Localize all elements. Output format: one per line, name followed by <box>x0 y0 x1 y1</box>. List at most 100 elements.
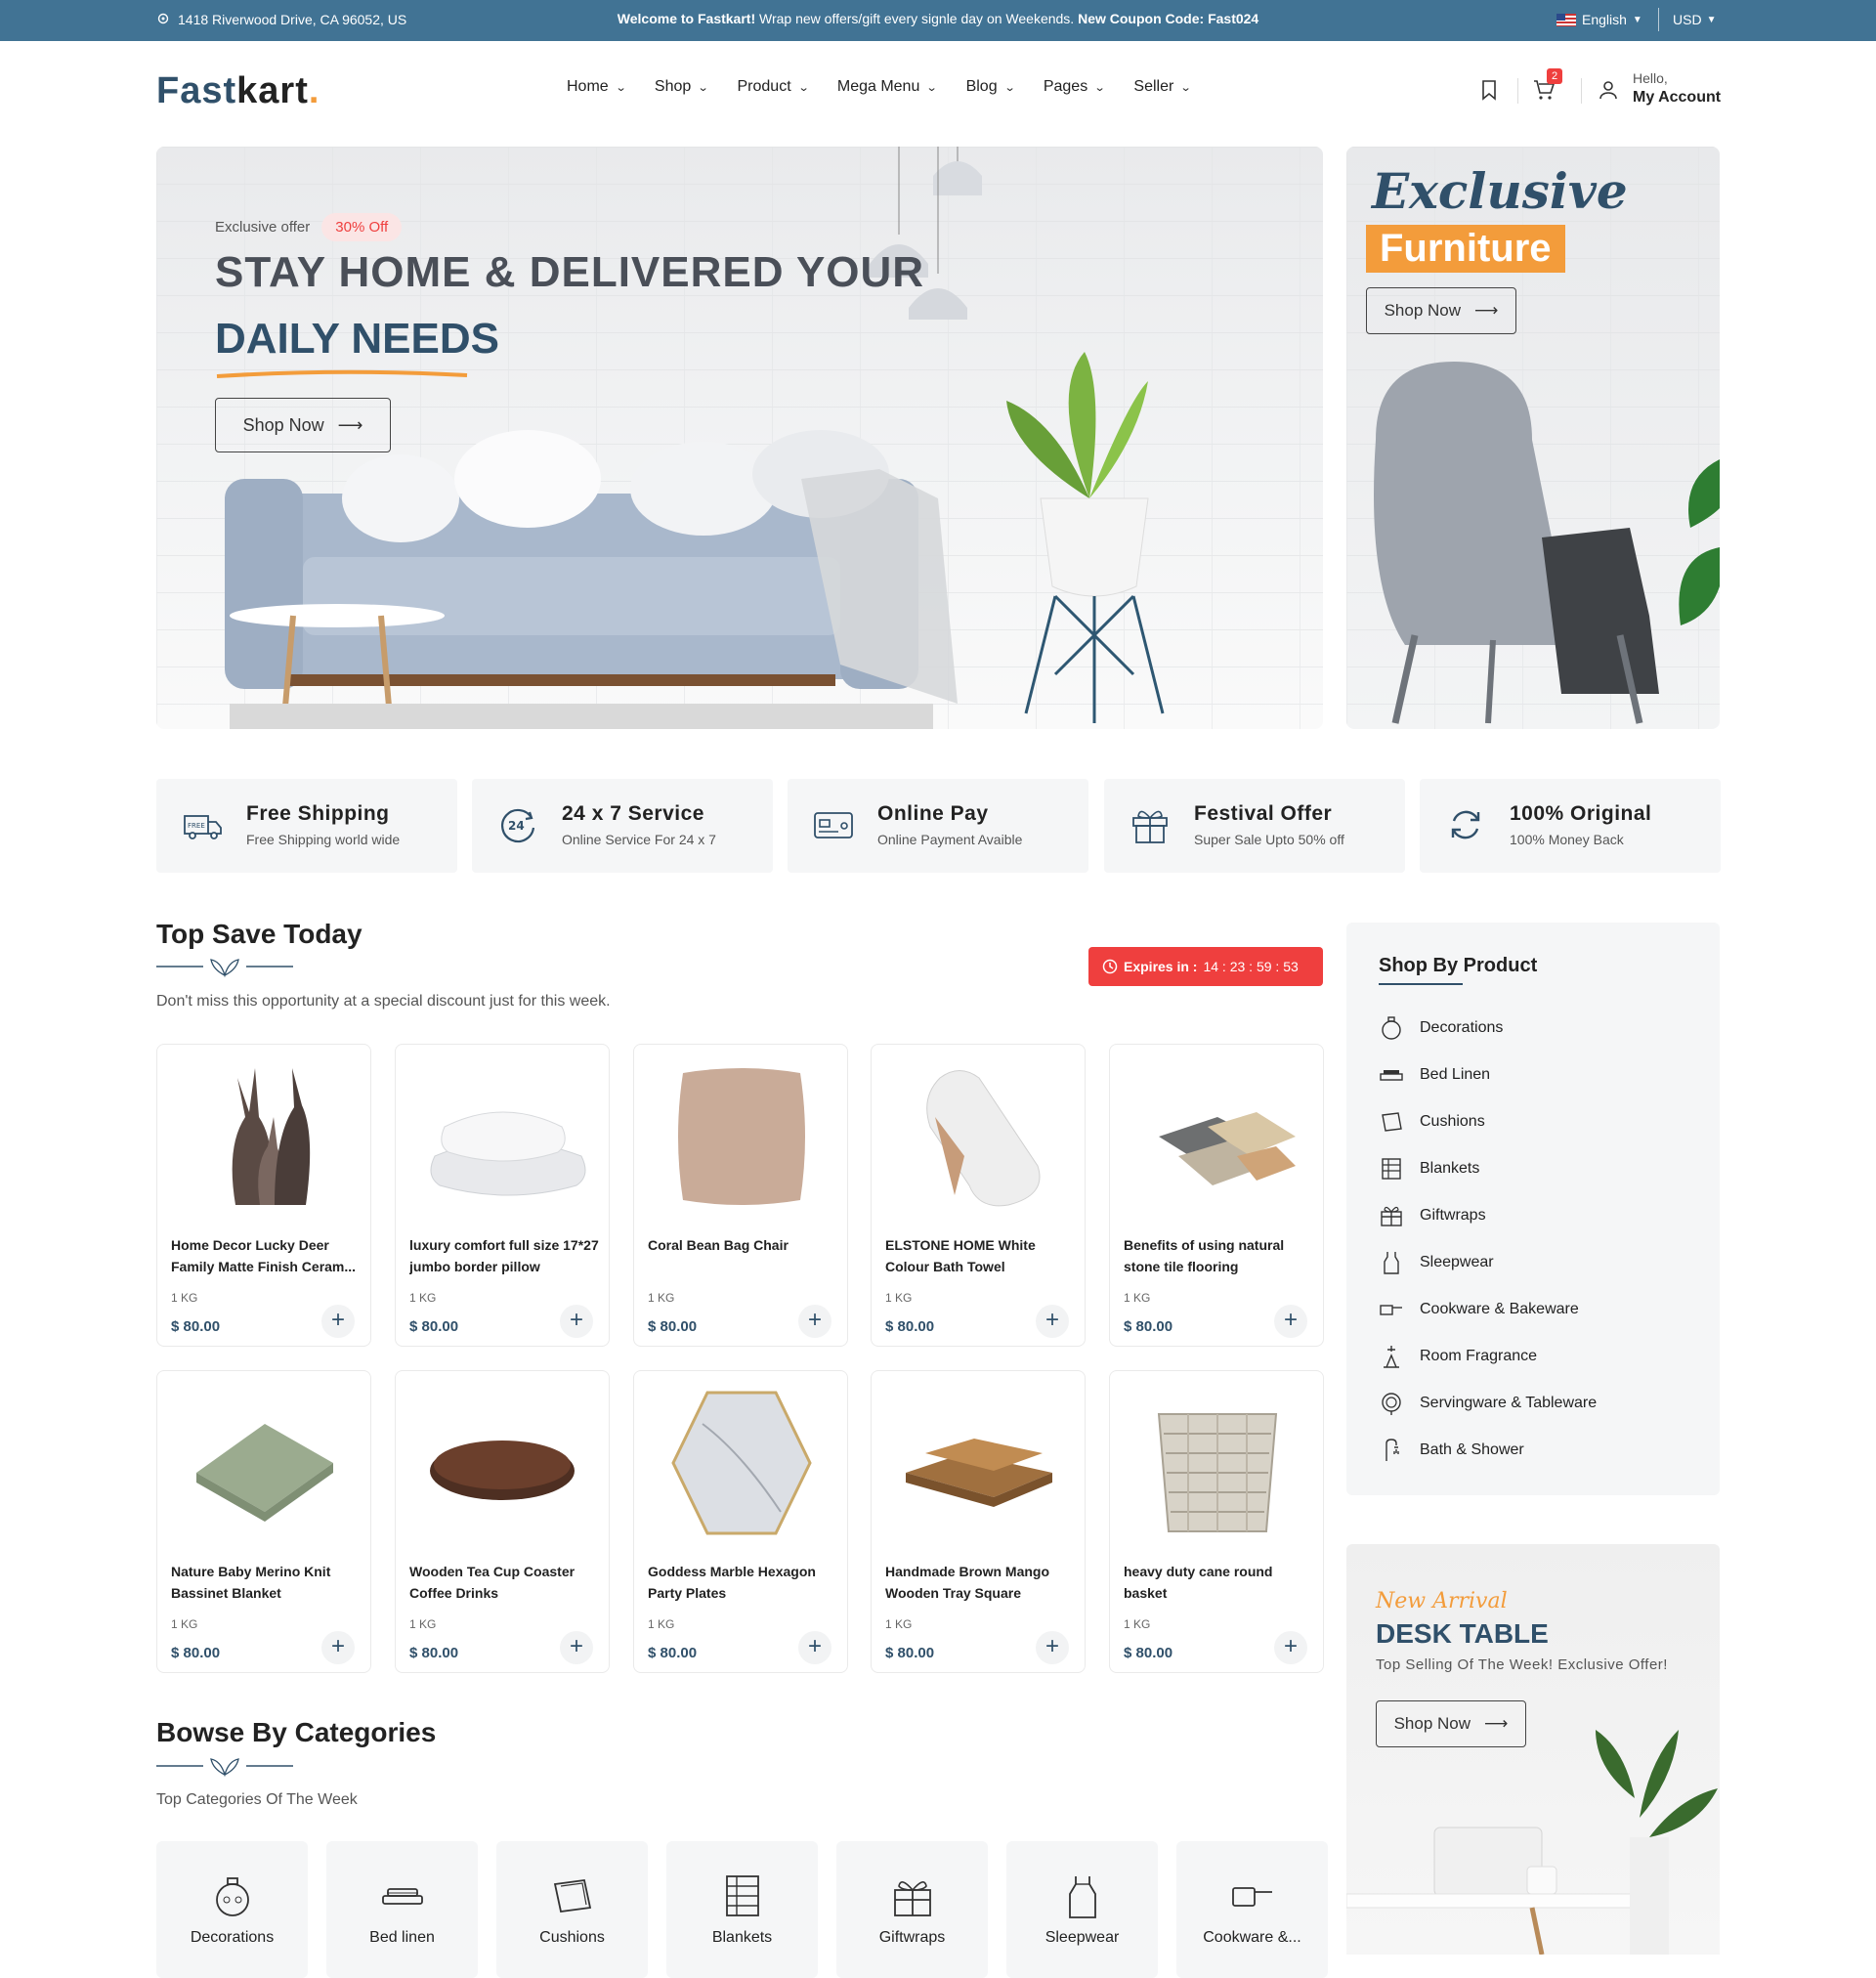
nav-label: Blog <box>965 78 998 95</box>
feature-title: Festival Offer <box>1194 802 1333 825</box>
product-card[interactable]: Coral Bean Bag Chair 1 KG $ 80.00 + <box>633 1044 848 1347</box>
add-to-cart-button[interactable]: + <box>798 1305 831 1338</box>
product-name[interactable]: luxury comfort full size 17*27 jumbo bor… <box>409 1234 601 1277</box>
add-to-cart-button[interactable]: + <box>1036 1631 1069 1664</box>
product-name[interactable]: Nature Baby Merino Knit Bassinet Blanket <box>171 1561 362 1604</box>
hero-shop-now-button[interactable]: Shop Now ⟶ <box>215 398 391 452</box>
nav-seller[interactable]: Seller ⌄ <box>1133 78 1192 96</box>
product-name[interactable]: Home Decor Lucky Deer Family Matte Finis… <box>171 1234 362 1277</box>
shop-item-servingware[interactable]: Servingware & Tableware <box>1379 1390 1597 1417</box>
shop-item-blankets[interactable]: Blankets <box>1379 1155 1479 1182</box>
product-price: $ 80.00 <box>885 1318 935 1335</box>
header-divider <box>1581 78 1582 104</box>
desk-shop-now-button[interactable]: Shop Now ⟶ <box>1376 1700 1526 1747</box>
shop-item-sleepwear[interactable]: Sleepwear <box>1379 1249 1494 1276</box>
exclusive-offer-label: Exclusive offer <box>215 219 311 236</box>
nav-blog[interactable]: Blog ⌄ <box>965 78 1016 96</box>
product-card[interactable]: Wooden Tea Cup Coaster Coffee Drinks 1 K… <box>395 1370 610 1673</box>
product-price: $ 80.00 <box>171 1318 221 1335</box>
add-to-cart-button[interactable]: + <box>1036 1305 1069 1338</box>
bath-shower-icon <box>1386 1439 1399 1461</box>
shop-item-label: Room Fragrance <box>1420 1348 1538 1364</box>
nav-pages[interactable]: Pages ⌄ <box>1043 78 1106 96</box>
product-card[interactable]: Handmade Brown Mango Wooden Tray Square … <box>871 1370 1086 1673</box>
stone-tiles-image <box>1159 1112 1296 1185</box>
product-card[interactable]: Home Decor Lucky Deer Family Matte Finis… <box>156 1044 371 1347</box>
product-card[interactable]: heavy duty cane round basket 1 KG $ 80.0… <box>1109 1370 1324 1673</box>
category-sleepwear[interactable]: Sleepwear <box>1006 1841 1158 1978</box>
nav-label: Shop <box>654 78 692 95</box>
chevron-down-icon: ⌄ <box>1093 81 1106 94</box>
clock-icon <box>1102 959 1118 974</box>
add-to-cart-button[interactable]: + <box>321 1305 355 1338</box>
sleepwear-icon <box>1069 1876 1096 1918</box>
ornament-icon <box>1382 1016 1401 1040</box>
deer-figurine-image <box>232 1068 311 1205</box>
product-name[interactable]: heavy duty cane round basket <box>1124 1561 1315 1604</box>
product-weight: 1 KG <box>409 1291 437 1305</box>
shop-item-decorations[interactable]: Decorations <box>1379 1014 1503 1042</box>
user-icon[interactable] <box>1597 78 1620 102</box>
nav-label: Pages <box>1043 78 1088 95</box>
nav-home[interactable]: Home ⌄ <box>567 78 627 96</box>
svg-text:FREE: FREE <box>188 822 205 830</box>
nav-product[interactable]: Product ⌄ <box>737 78 810 96</box>
new-arrival-subtitle: Top Selling Of The Week! Exclusive Offer… <box>1376 1656 1668 1673</box>
product-name[interactable]: Handmade Brown Mango Wooden Tray Square <box>885 1561 1077 1604</box>
bookmark-icon[interactable] <box>1477 78 1501 102</box>
add-to-cart-button[interactable]: + <box>1274 1305 1307 1338</box>
category-blankets[interactable]: Blankets <box>666 1841 818 1978</box>
product-card[interactable]: Goddess Marble Hexagon Party Plates 1 KG… <box>633 1370 848 1673</box>
shop-item-bed-linen[interactable]: Bed Linen <box>1379 1061 1490 1089</box>
category-decorations[interactable]: Decorations <box>156 1841 308 1978</box>
shop-item-giftwraps[interactable]: Giftwraps <box>1379 1202 1486 1229</box>
product-name[interactable]: Coral Bean Bag Chair <box>648 1234 839 1256</box>
product-name[interactable]: Benefits of using natural stone tile flo… <box>1124 1234 1315 1277</box>
currency-selector[interactable]: USD ▼ <box>1673 12 1716 27</box>
top-bar: 1418 Riverwood Drive, CA 96052, US Welco… <box>0 0 1876 41</box>
nav-label: Product <box>737 78 791 95</box>
product-name[interactable]: ELSTONE HOME White Colour Bath Towel <box>885 1234 1077 1277</box>
exclusive-offer-row: Exclusive offer 30% Off <box>215 213 403 241</box>
product-name[interactable]: Goddess Marble Hexagon Party Plates <box>648 1561 839 1604</box>
product-card[interactable]: luxury comfort full size 17*27 jumbo bor… <box>395 1044 610 1347</box>
clock-24-icon: 24 <box>501 808 535 843</box>
shop-item-room-fragrance[interactable]: Room Fragrance <box>1379 1343 1537 1370</box>
shop-by-product-title: Shop By Product <box>1379 955 1538 976</box>
nav-mega-menu[interactable]: Mega Menu ⌄ <box>837 78 938 96</box>
category-bed-linen[interactable]: Bed linen <box>326 1841 478 1978</box>
product-weight: 1 KG <box>648 1291 675 1305</box>
new-arrival-script: New Arrival <box>1376 1589 1508 1613</box>
add-to-cart-button[interactable]: + <box>798 1631 831 1664</box>
shop-item-cushions[interactable]: Cushions <box>1379 1108 1485 1136</box>
currency-label: USD <box>1673 12 1702 27</box>
shop-item-cookware[interactable]: Cookware & Bakeware <box>1379 1296 1579 1323</box>
svg-text:24: 24 <box>508 819 525 833</box>
product-card[interactable]: Nature Baby Merino Knit Bassinet Blanket… <box>156 1370 371 1673</box>
add-to-cart-button[interactable]: + <box>1274 1631 1307 1664</box>
furniture-shop-now-button[interactable]: Shop Now ⟶ <box>1366 287 1516 334</box>
giftwrap-icon <box>1381 1206 1402 1226</box>
shop-item-bath-shower[interactable]: Bath & Shower <box>1379 1437 1524 1464</box>
product-name[interactable]: Wooden Tea Cup Coaster Coffee Drinks <box>409 1561 601 1604</box>
language-selector[interactable]: English ▼ <box>1556 12 1642 27</box>
bed-linen-icon <box>1380 1070 1403 1081</box>
product-card[interactable]: ELSTONE HOME White Colour Bath Towel 1 K… <box>871 1044 1086 1347</box>
logo[interactable]: Fastkart. <box>156 70 320 112</box>
add-to-cart-button[interactable]: + <box>560 1631 593 1664</box>
category-cushions[interactable]: Cushions <box>496 1841 648 1978</box>
add-to-cart-button[interactable]: + <box>560 1305 593 1338</box>
feature-subtitle: Online Service For 24 x 7 <box>562 832 716 847</box>
product-card[interactable]: Benefits of using natural stone tile flo… <box>1109 1044 1324 1347</box>
add-to-cart-button[interactable]: + <box>321 1631 355 1664</box>
chevron-down-icon: ⌄ <box>615 81 627 94</box>
nav-label: Seller <box>1133 78 1174 95</box>
hello-text: Hello, <box>1633 70 1668 86</box>
category-cookware[interactable]: Cookware &... <box>1176 1841 1328 1978</box>
nav-shop[interactable]: Shop ⌄ <box>654 78 709 96</box>
chevron-down-icon: ▼ <box>1632 14 1642 25</box>
product-price: $ 80.00 <box>1124 1318 1173 1335</box>
category-giftwraps[interactable]: Giftwraps <box>836 1841 988 1978</box>
my-account-link[interactable]: My Account <box>1633 89 1721 107</box>
bath-towel-image <box>926 1070 1041 1207</box>
